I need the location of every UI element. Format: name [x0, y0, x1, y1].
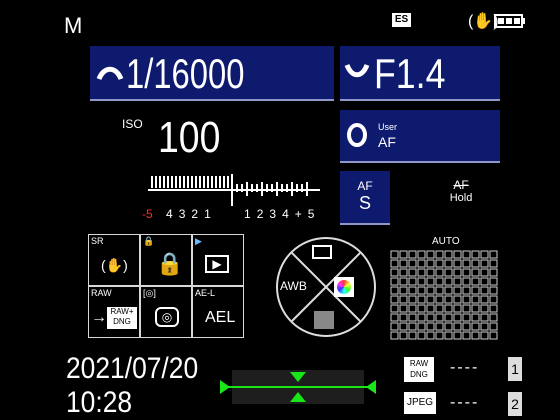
aperture-dial-icon [344, 63, 370, 78]
awb-label: AWB [280, 279, 307, 293]
sr-label: SR [91, 236, 104, 246]
raw-cell[interactable]: RAW → RAW+ DNG [88, 286, 140, 338]
lock-cell[interactable]: 🔒 🔒 [140, 234, 192, 286]
slot-1-number: 1 [508, 357, 522, 381]
exposure-mode: M [64, 13, 83, 38]
function-dial[interactable]: AWB [276, 237, 376, 337]
sr-cell[interactable]: SR (✋) [88, 234, 140, 286]
play-label: ▶ [195, 236, 202, 246]
scale-left-labels: 4321 [166, 207, 217, 221]
af-hold-button[interactable]: AF Hold [436, 178, 486, 218]
metering-icon: ◎ [155, 307, 179, 327]
af-s-button[interactable]: AF S [340, 171, 390, 225]
slot-2-count: ---- [450, 394, 480, 411]
metering-small-icon: [◎] [143, 288, 156, 298]
storage-slot-1[interactable]: RAW DNG ---- 1 [404, 355, 524, 383]
date-text: 2021/07/20 [66, 352, 199, 385]
ael-value: AEL [205, 309, 236, 326]
af-s-top: AF [357, 179, 373, 193]
scale-right-labels: 1234+5 [244, 207, 321, 221]
play-cell[interactable]: ▶ ▶ [192, 234, 244, 286]
lock-icon: 🔒 [143, 236, 155, 246]
af-mode-user: User [378, 122, 398, 132]
shutter-dial-icon [96, 66, 124, 81]
level-gauge [218, 362, 378, 412]
jpeg-format-badge: JPEG [404, 392, 436, 414]
aspect-icon [312, 245, 332, 259]
af-point-grid [390, 250, 500, 340]
storage-slot-2[interactable]: JPEG ---- 2 [404, 390, 524, 418]
ae-metering-cell[interactable]: [◎] ◎ [140, 286, 192, 338]
af-hold-top: AF [453, 178, 469, 192]
shutter-speed-panel[interactable]: 1/16000 [90, 46, 334, 101]
exposure-scale: -5 4321 1234+5 [140, 172, 330, 227]
arrow-right-icon: → [91, 309, 107, 326]
iso-label: ISO [122, 117, 143, 131]
auto-label: AUTO [432, 236, 460, 247]
color-wheel-icon [334, 277, 354, 297]
slot-1-count: ---- [450, 359, 480, 376]
af-mode-af: AF [378, 134, 396, 150]
time-text: 10:28 [66, 386, 133, 419]
aperture-panel[interactable]: F1.4 [340, 46, 500, 101]
es-badge: ES [392, 13, 411, 27]
raw-dng-format-badge: RAW DNG [404, 357, 434, 382]
ae-lock-cell[interactable]: AE-L AEL [192, 286, 244, 338]
aperture-value: F1.4 [374, 50, 446, 97]
crossed-lock-icon: 🔒 [156, 251, 184, 276]
iso-panel[interactable]: ISO 100 [90, 107, 334, 162]
af-ring-icon [347, 123, 367, 147]
crossed-filter-icon [314, 311, 334, 329]
iso-value: 100 [158, 113, 221, 162]
battery-icon [494, 13, 525, 28]
ae-l-label: AE-L [195, 288, 216, 298]
af-s-bottom: S [358, 193, 371, 213]
af-mode-panel[interactable]: User AF [340, 110, 500, 163]
raw-dng-badge: RAW+ DNG [107, 307, 137, 329]
af-hold-bottom: Hold [449, 192, 473, 204]
play-icon: ▶ [205, 255, 229, 273]
scale-minus: -5 [142, 207, 153, 221]
shutter-value: 1/16000 [126, 50, 245, 97]
hand-shake-icon: (✋) [101, 257, 128, 273]
raw-label: RAW [91, 288, 112, 298]
slot-2-number: 2 [508, 392, 522, 416]
